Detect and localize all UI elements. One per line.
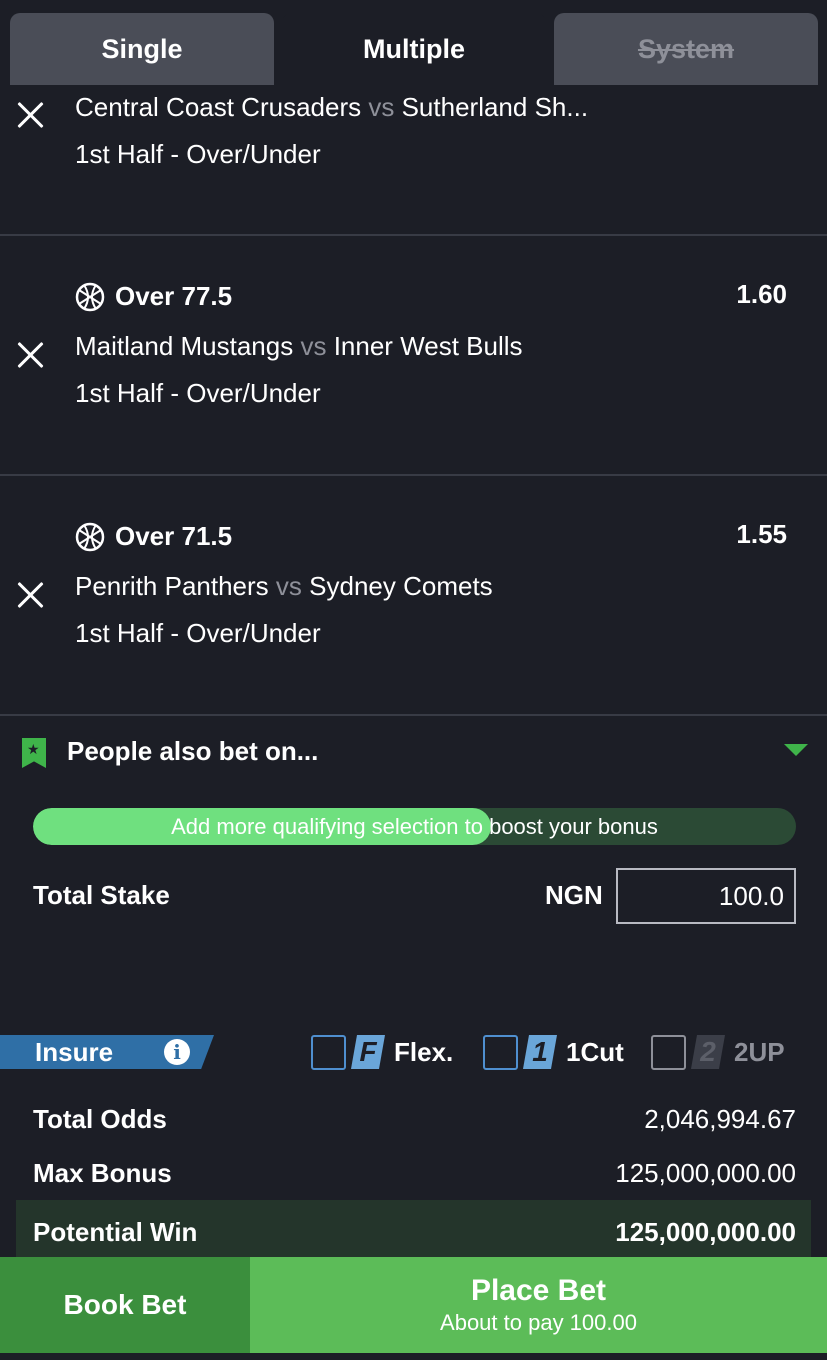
bookmark-star-icon: ★	[22, 738, 46, 768]
selection-item: Central Coast Crusaders vs Sutherland Sh…	[0, 85, 827, 236]
1cut-badge-icon: 1	[526, 1035, 554, 1069]
bet-type-tabs: Single Multiple System	[0, 0, 827, 85]
1cut-checkbox[interactable]	[483, 1034, 518, 1070]
away-team: Sutherland Sh...	[401, 92, 589, 122]
match-name: Maitland Mustangs vs Inner West Bulls	[75, 331, 523, 362]
market-name: 1st Half - Over/Under	[75, 618, 321, 648]
selection-odds: 1.60	[736, 279, 787, 309]
away-team: Inner West Bulls	[333, 331, 523, 361]
place-bet-button[interactable]: Place Bet About to pay 100.00	[250, 1257, 827, 1353]
potential-win-value: 125,000,000.00	[615, 1216, 796, 1247]
2up-badge-number: 2	[700, 1036, 716, 1067]
flex-badge-icon: F	[354, 1035, 382, 1069]
vs-label: vs	[300, 331, 327, 361]
selection-odds: 1.55	[736, 519, 787, 549]
2up-checkbox[interactable]	[651, 1034, 686, 1070]
chevron-down-icon	[784, 744, 808, 756]
basketball-icon	[75, 522, 105, 551]
max-bonus-value: 125,000,000.00	[615, 1157, 796, 1188]
currency-label: NGN	[545, 880, 603, 910]
max-bonus-row: Max Bonus 125,000,000.00	[33, 1153, 796, 1193]
vs-label: vs	[368, 92, 395, 122]
selection-item: Over 71.5 1.55 Penrith Panthers vs Sydne…	[0, 476, 827, 716]
remove-selection-icon[interactable]	[14, 578, 48, 612]
pick-label: Over 77.5	[115, 281, 233, 311]
place-bet-label: Place Bet	[470, 1274, 607, 1307]
remove-selection-icon[interactable]	[14, 338, 48, 372]
selection-pick: Over 77.5	[75, 281, 232, 312]
match-name: Penrith Panthers vs Sydney Comets	[75, 571, 493, 602]
max-bonus-label: Max Bonus	[33, 1157, 172, 1188]
total-odds-label: Total Odds	[33, 1103, 167, 1134]
1cut-label: 1Cut	[566, 1036, 624, 1067]
selection-item: Over 77.5 1.60 Maitland Mustangs vs Inne…	[0, 236, 827, 476]
tab-multiple[interactable]: Multiple	[282, 13, 546, 85]
total-odds-value: 2,046,994.67	[644, 1103, 796, 1134]
market-name: 1st Half - Over/Under	[75, 139, 321, 169]
boost-label: Add more qualifying selection to boost y…	[171, 814, 658, 839]
pick-label: Over 71.5	[115, 521, 233, 551]
home-team: Central Coast Crusaders	[75, 92, 362, 122]
basketball-icon	[75, 282, 105, 311]
tab-single[interactable]: Single	[10, 13, 274, 85]
people-also-bet-label: People also bet on...	[67, 736, 319, 766]
insure-label: Insure	[35, 1037, 114, 1067]
potential-win-label: Potential Win	[33, 1216, 198, 1247]
book-bet-button[interactable]: Book Bet	[0, 1257, 250, 1353]
total-odds-row: Total Odds 2,046,994.67	[33, 1099, 796, 1139]
potential-win-row: Potential Win 125,000,000.00	[33, 1212, 796, 1252]
1cut-badge-number: 1	[532, 1036, 548, 1067]
match-name: Central Coast Crusaders vs Sutherland Sh…	[75, 92, 588, 123]
bonus-boost-progress: Add more qualifying selection to boost y…	[33, 808, 796, 845]
home-team: Penrith Panthers	[75, 571, 269, 601]
bottom-strip	[0, 1353, 827, 1360]
remove-selection-icon[interactable]	[14, 98, 48, 132]
away-team: Sydney Comets	[309, 571, 493, 601]
insure-banner[interactable]: Insure i	[0, 1035, 214, 1069]
total-stake-label: Total Stake	[33, 880, 170, 910]
2up-badge-icon: 2	[694, 1035, 722, 1069]
2up-option[interactable]: 2 2UP	[651, 1034, 785, 1070]
selection-pick: Over 71.5	[75, 521, 232, 552]
home-team: Maitland Mustangs	[75, 331, 294, 361]
2up-label: 2UP	[734, 1036, 785, 1067]
people-also-bet-toggle[interactable]: ★ People also bet on...	[0, 716, 827, 786]
flex-badge-letter: F	[359, 1036, 377, 1067]
pay-amount-label: About to pay 100.00	[440, 1310, 637, 1335]
flex-option[interactable]: F Flex.	[311, 1034, 453, 1070]
vs-label: vs	[275, 571, 302, 601]
tab-system[interactable]: System	[554, 13, 818, 85]
market-name: 1st Half - Over/Under	[75, 378, 321, 408]
info-icon[interactable]: i	[164, 1039, 190, 1065]
stake-input[interactable]	[616, 868, 796, 924]
1cut-option[interactable]: 1 1Cut	[483, 1034, 624, 1070]
flex-checkbox[interactable]	[311, 1034, 346, 1070]
flex-label: Flex.	[394, 1036, 454, 1067]
